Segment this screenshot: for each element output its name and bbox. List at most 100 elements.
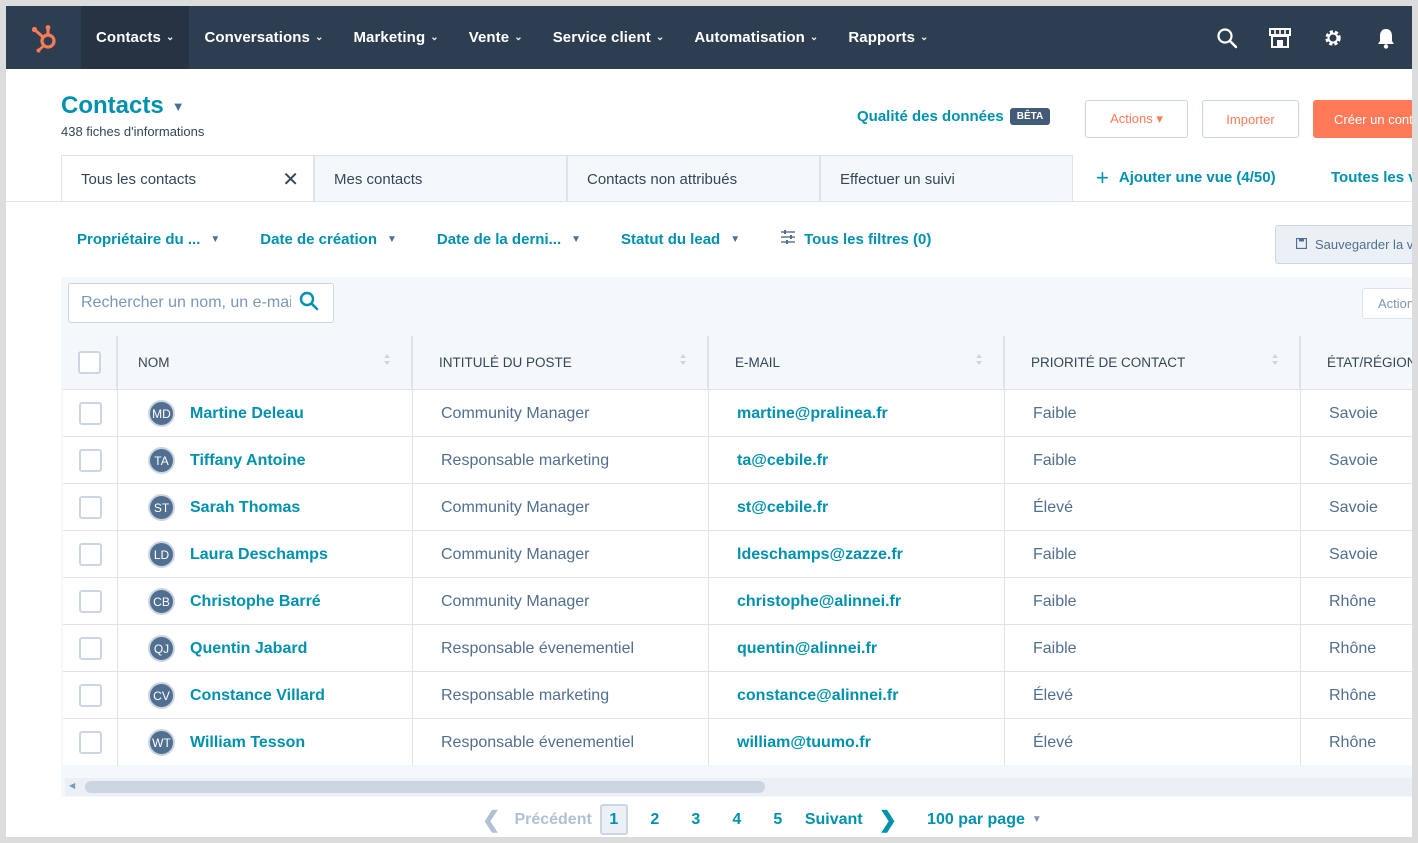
table-row[interactable]: CB Christophe Barré Community Manager chris… bbox=[63, 577, 1412, 625]
tab-follow-up[interactable]: Effectuer un suivi bbox=[820, 155, 1073, 202]
contact-name-link[interactable]: Laura Deschamps bbox=[190, 546, 328, 564]
email-link[interactable]: constance@alinnei.fr bbox=[737, 687, 898, 705]
contact-name-link[interactable]: Martine Deleau bbox=[190, 405, 304, 423]
job-title-cell: Responsable marketing bbox=[413, 672, 709, 719]
email-link[interactable]: william@tuumo.fr bbox=[737, 734, 871, 752]
table-row[interactable]: TA Tiffany Antoine Responsable marketing ta… bbox=[63, 436, 1412, 484]
filter-owner[interactable]: Propriétaire du ... ▼ bbox=[77, 231, 220, 248]
name-cell: CB Christophe Barré bbox=[118, 578, 413, 625]
table-row[interactable]: ST Sarah Thomas Community Manager st@cebile… bbox=[63, 483, 1412, 531]
nav-item-rapports[interactable]: Rapports ⌄ bbox=[833, 6, 943, 69]
row-select-cell bbox=[63, 484, 118, 531]
avatar: ST bbox=[148, 494, 175, 521]
contact-name-link[interactable]: William Tesson bbox=[190, 734, 305, 752]
page-5-button[interactable]: 5 bbox=[764, 804, 792, 835]
avatar: TA bbox=[148, 447, 175, 474]
priority-cell: Faible bbox=[1005, 390, 1301, 437]
nav-item-conversations[interactable]: Conversations ⌄ bbox=[189, 6, 338, 69]
email-link[interactable]: ta@cebile.fr bbox=[737, 452, 828, 470]
page-1-button[interactable]: 1 bbox=[599, 804, 628, 835]
scrollbar-thumb[interactable] bbox=[85, 781, 765, 793]
row-checkbox[interactable] bbox=[78, 496, 102, 519]
import-button[interactable]: Importer bbox=[1202, 100, 1299, 138]
hubspot-logo-icon[interactable] bbox=[6, 6, 81, 69]
add-view-button[interactable]: + Ajouter une vue (4/50) bbox=[1096, 165, 1276, 190]
page-2-button[interactable]: 2 bbox=[641, 804, 669, 835]
contact-name-link[interactable]: Christophe Barré bbox=[190, 593, 321, 611]
select-all-cell bbox=[63, 336, 118, 389]
all-filters-button[interactable]: Tous les filtres (0) bbox=[780, 230, 931, 248]
save-view-button[interactable]: Sauvegarder la vue bbox=[1275, 225, 1412, 264]
nav-item-vente[interactable]: Vente ⌄ bbox=[454, 6, 538, 69]
bell-icon[interactable] bbox=[1359, 6, 1412, 69]
email-link[interactable]: st@cebile.fr bbox=[737, 499, 828, 517]
column-header-contact-priority[interactable]: PRIORITÉ DE CONTACT bbox=[1005, 336, 1301, 389]
marketplace-icon[interactable] bbox=[1253, 6, 1306, 69]
filter-lead-status[interactable]: Statut du lead ▼ bbox=[621, 231, 740, 248]
email-cell: st@cebile.fr bbox=[709, 484, 1005, 531]
avatar: QJ bbox=[148, 635, 175, 662]
table-actions-button[interactable]: Actions bbox=[1362, 288, 1412, 319]
per-page-select[interactable]: 100 par page ▼ bbox=[927, 811, 1042, 829]
search-icon[interactable] bbox=[299, 291, 319, 316]
page-3-button[interactable]: 3 bbox=[682, 804, 710, 835]
row-checkbox[interactable] bbox=[78, 543, 102, 566]
row-checkbox[interactable] bbox=[78, 590, 102, 613]
email-link[interactable]: ldeschamps@zazze.fr bbox=[737, 546, 903, 564]
table-row[interactable]: LD Laura Deschamps Community Manager ldesch… bbox=[63, 530, 1412, 578]
nav-item-service-client[interactable]: Service client ⌄ bbox=[538, 6, 680, 69]
gear-icon[interactable] bbox=[1306, 6, 1359, 69]
actions-button[interactable]: Actions ▾ bbox=[1085, 100, 1188, 138]
tab-my-contacts[interactable]: Mes contacts bbox=[314, 155, 567, 202]
column-header-name[interactable]: NOM bbox=[118, 336, 413, 389]
table-row[interactable]: WT William Tesson Responsable évenementiel… bbox=[63, 718, 1412, 766]
email-link[interactable]: martine@pralinea.fr bbox=[737, 405, 888, 423]
row-checkbox[interactable] bbox=[78, 637, 102, 660]
column-header-job-title[interactable]: INTITULÉ DU POSTE bbox=[413, 336, 709, 389]
nav-item-automatisation[interactable]: Automatisation ⌄ bbox=[679, 6, 833, 69]
column-header-email[interactable]: E-MAIL bbox=[709, 336, 1005, 389]
all-views-link[interactable]: Toutes les vues bbox=[1331, 169, 1412, 186]
column-header-region[interactable]: ÉTAT/RÉGION bbox=[1301, 336, 1412, 389]
beta-badge: BÊTA bbox=[1009, 108, 1051, 125]
nav-item-marketing[interactable]: Marketing ⌄ bbox=[338, 6, 453, 69]
search-input[interactable] bbox=[81, 294, 291, 312]
priority-cell: Faible bbox=[1005, 625, 1301, 672]
filter-last-activity-date[interactable]: Date de la derni... ▼ bbox=[437, 231, 581, 248]
data-quality-link[interactable]: Qualité des données BÊTA bbox=[857, 108, 1051, 125]
record-count: 438 fiches d'informations bbox=[61, 124, 205, 139]
tab-all-contacts[interactable]: Tous les contacts ✕ bbox=[61, 155, 314, 202]
row-checkbox[interactable] bbox=[78, 449, 102, 472]
job-title-cell: Community Manager bbox=[413, 484, 709, 531]
nav-item-contacts[interactable]: Contacts ⌄ bbox=[81, 6, 190, 69]
tab-unassigned-contacts[interactable]: Contacts non attribués bbox=[567, 155, 820, 202]
region-cell: Rhône bbox=[1329, 592, 1377, 610]
table-row[interactable]: QJ Quentin Jabard Responsable évenementiel… bbox=[63, 624, 1412, 672]
previous-page-button[interactable]: ❮ Précédent bbox=[482, 807, 592, 833]
table-row[interactable]: MD Martine Deleau Community Manager martine… bbox=[63, 389, 1412, 437]
close-icon[interactable]: ✕ bbox=[282, 167, 299, 192]
page-4-button[interactable]: 4 bbox=[723, 804, 751, 835]
horizontal-scrollbar[interactable]: ◀ bbox=[65, 778, 1412, 796]
contact-name-link[interactable]: Tiffany Antoine bbox=[190, 452, 306, 470]
scroll-left-icon[interactable]: ◀ bbox=[69, 781, 75, 790]
row-checkbox[interactable] bbox=[78, 731, 102, 754]
region-cell: Savoie bbox=[1329, 545, 1378, 563]
select-all-checkbox[interactable] bbox=[78, 351, 101, 374]
search-icon[interactable] bbox=[1200, 6, 1253, 69]
email-link[interactable]: christophe@alinnei.fr bbox=[737, 593, 901, 611]
row-checkbox[interactable] bbox=[78, 402, 102, 425]
plus-icon: + bbox=[1096, 165, 1109, 190]
name-cell: TA Tiffany Antoine bbox=[118, 437, 413, 484]
create-contact-button[interactable]: Créer un contact bbox=[1313, 100, 1412, 138]
email-link[interactable]: quentin@alinnei.fr bbox=[737, 640, 877, 658]
page-title[interactable]: Contacts ▼ bbox=[61, 92, 204, 120]
next-page-button[interactable]: Suivant ❯ bbox=[805, 807, 897, 833]
name-cell: ST Sarah Thomas bbox=[118, 484, 413, 531]
row-checkbox[interactable] bbox=[78, 684, 102, 707]
contact-name-link[interactable]: Quentin Jabard bbox=[190, 640, 307, 658]
table-row[interactable]: CV Constance Villard Responsable marketing… bbox=[63, 671, 1412, 719]
contact-name-link[interactable]: Constance Villard bbox=[190, 687, 325, 705]
contact-name-link[interactable]: Sarah Thomas bbox=[190, 499, 300, 517]
filter-creation-date[interactable]: Date de création ▼ bbox=[260, 231, 397, 248]
